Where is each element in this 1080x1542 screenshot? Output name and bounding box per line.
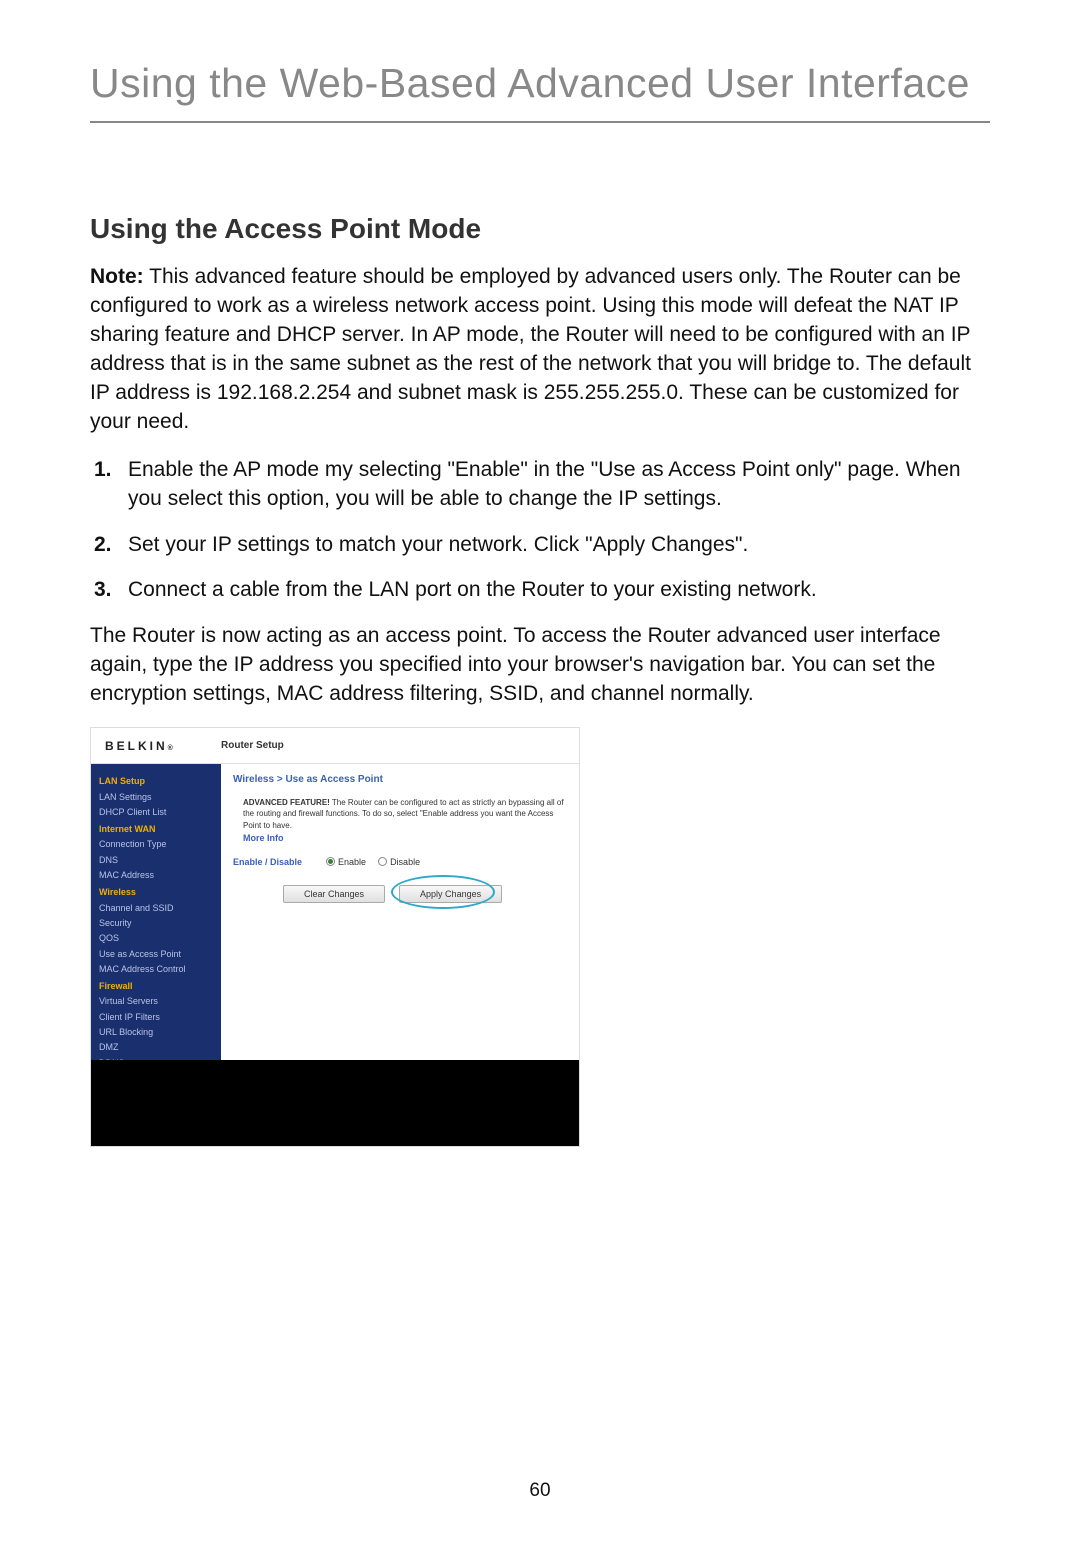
apply-changes-button[interactable]: Apply Changes <box>399 885 502 903</box>
sidebar-cat-wireless: Wireless <box>99 885 221 900</box>
step-1: 1.Enable the AP mode my selecting "Enabl… <box>120 455 990 514</box>
steps-list: 1.Enable the AP mode my selecting "Enabl… <box>90 455 990 605</box>
page-title: Using the Web-Based Advanced User Interf… <box>90 60 990 123</box>
sidebar-item-connection-type[interactable]: Connection Type <box>99 837 221 852</box>
note-paragraph: Note: This advanced feature should be em… <box>90 263 990 437</box>
closing-paragraph: The Router is now acting as an access po… <box>90 622 990 709</box>
step-2-text: Set your IP settings to match your netwo… <box>128 533 748 556</box>
sidebar-item-dhcp[interactable]: DHCP Client List <box>99 805 221 820</box>
sidebar-item-dns[interactable]: DNS <box>99 853 221 868</box>
sidebar-item-client-ip[interactable]: Client IP Filters <box>99 1010 221 1025</box>
router-header: BELKIN® Router Setup <box>91 728 579 764</box>
sidebar-item-channel-ssid[interactable]: Channel and SSID <box>99 901 221 916</box>
sidebar-item-lan-settings[interactable]: LAN Settings <box>99 790 221 805</box>
advanced-feature-text: ADVANCED FEATURE! The Router can be conf… <box>233 797 567 831</box>
belkin-logo: BELKIN® <box>91 739 221 753</box>
sidebar-item-use-as-ap[interactable]: Use as Access Point <box>99 947 221 962</box>
sidebar-item-dmz[interactable]: DMZ <box>99 1040 221 1055</box>
step-3: 3.Connect a cable from the LAN port on t… <box>120 575 990 604</box>
note-text: This advanced feature should be employed… <box>90 265 971 433</box>
router-setup-title: Router Setup <box>221 740 284 751</box>
step-2: 2.Set your IP settings to match your net… <box>120 530 990 559</box>
enable-disable-label: Enable / Disable <box>233 857 302 867</box>
sidebar-item-qos[interactable]: QOS <box>99 931 221 946</box>
sidebar-item-mac-control[interactable]: MAC Address Control <box>99 962 221 977</box>
router-screenshot: BELKIN® Router Setup LAN Setup LAN Setti… <box>90 727 580 1147</box>
sidebar-cat-firewall: Firewall <box>99 979 221 994</box>
sidebar-item-mac[interactable]: MAC Address <box>99 868 221 883</box>
note-label: Note: <box>90 265 144 288</box>
section-heading: Using the Access Point Mode <box>90 213 990 245</box>
sidebar-item-url-blocking[interactable]: URL Blocking <box>99 1025 221 1040</box>
step-1-text: Enable the AP mode my selecting "Enable"… <box>128 458 961 510</box>
screenshot-black-bar <box>91 1060 579 1146</box>
page-number: 60 <box>0 1480 1080 1502</box>
sidebar-cat-wan: Internet WAN <box>99 822 221 837</box>
sidebar-cat-lan: LAN Setup <box>99 774 221 789</box>
radio-disable[interactable]: Disable <box>378 857 420 867</box>
clear-changes-button[interactable]: Clear Changes <box>283 885 385 903</box>
sidebar-item-virtual-servers[interactable]: Virtual Servers <box>99 994 221 1009</box>
sidebar-item-security[interactable]: Security <box>99 916 221 931</box>
radio-enable[interactable]: Enable <box>326 857 366 867</box>
step-3-text: Connect a cable from the LAN port on the… <box>128 578 817 601</box>
more-info-link[interactable]: More Info <box>233 833 567 843</box>
breadcrumb: Wireless > Use as Access Point <box>233 774 567 785</box>
